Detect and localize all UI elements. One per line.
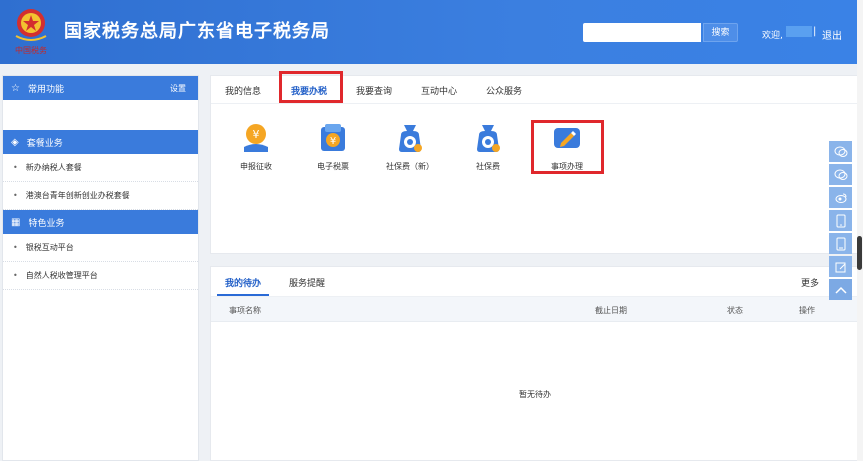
logout-link[interactable]: 退出	[822, 27, 842, 42]
empty-state-text: 暂无待办	[519, 390, 551, 399]
more-link[interactable]: 更多	[801, 276, 819, 289]
bullet-icon: •	[13, 271, 18, 280]
svg-text:¥: ¥	[330, 136, 336, 147]
column-header-name: 事项名称	[229, 306, 261, 315]
weibo-icon[interactable]	[829, 187, 852, 208]
sidebar-special-business[interactable]: ▦ 特色业务	[3, 210, 198, 234]
top-header: 中国税务 国家税务总局广东省电子税务局 搜索 欢迎, | 退出	[0, 0, 863, 64]
social-security-new-icon	[393, 121, 427, 155]
bullet-icon: •	[13, 191, 18, 200]
search-input[interactable]	[583, 23, 701, 42]
tile-label: 电子税票	[317, 162, 349, 171]
sidebar-item-label: 自然人税收管理平台	[25, 271, 98, 280]
mobile-client-icon[interactable]	[829, 233, 852, 254]
chat-icon[interactable]	[829, 141, 852, 162]
tile-e-tax-ticket[interactable]: ¥ 电子税票	[298, 121, 368, 172]
tax-emblem-logo: 中国税务	[8, 6, 54, 56]
tile-label: 社保费	[476, 162, 500, 171]
social-security-icon	[471, 121, 505, 155]
tab-interaction[interactable]: 互动中心	[421, 84, 457, 97]
back-to-top-icon[interactable]	[829, 279, 852, 300]
sidebar-common-label: 常用功能	[27, 84, 64, 95]
tile-label: 社保费（新）	[386, 162, 434, 171]
sidebar-item-label: 新办纳税人套餐	[25, 163, 82, 172]
sidebar-settings-link[interactable]: 设置	[170, 83, 186, 94]
active-tab-indicator	[217, 294, 269, 296]
todo-tabs: 我的待办 服务提醒 更多	[211, 267, 859, 297]
sidebar-item-label: 港澳台青年创新创业办税套餐	[25, 191, 130, 200]
welcome-text: 欢迎,	[762, 31, 783, 41]
page-scrollbar[interactable]	[857, 0, 863, 461]
sidebar-package-label: 套餐业务	[26, 138, 63, 149]
sidebar-item-bank-tax[interactable]: • 银税互动平台	[3, 234, 198, 262]
header-separator: |	[813, 26, 817, 37]
sidebar-item-new-taxpayer[interactable]: • 新办纳税人套餐	[3, 154, 198, 182]
sidebar-item-hk-macau-taiwan[interactable]: • 港澳台青年创新创业办税套餐	[3, 182, 198, 210]
svg-text:¥: ¥	[253, 128, 260, 141]
search-button[interactable]: 搜索	[703, 23, 738, 42]
sidebar-item-label: 银税互动平台	[25, 243, 74, 252]
highlight-box-tile	[531, 120, 604, 174]
services-panel: 我的信息 我要办税 我要查询 互动中心 公众服务 ¥ 申报征收 ¥ 电子税票 社…	[210, 71, 860, 254]
column-header-action: 操作	[799, 306, 815, 315]
page-scrollbar-thumb[interactable]	[857, 236, 862, 270]
column-header-deadline: 截止日期	[595, 306, 627, 315]
sidebar-item-natural-person[interactable]: • 自然人税收管理平台	[3, 262, 198, 290]
star-icon: ☆	[11, 82, 20, 94]
layers-icon: ◈	[11, 136, 19, 148]
site-title: 国家税务总局广东省电子税务局	[64, 21, 330, 42]
column-header-status: 状态	[727, 306, 743, 315]
highlight-box-tab	[279, 71, 343, 103]
feedback-edit-icon[interactable]	[829, 256, 852, 277]
bullet-icon: •	[13, 243, 18, 252]
tile-tax-declare[interactable]: ¥ 申报征收	[221, 121, 291, 172]
tab-my-info[interactable]: 我的信息	[225, 84, 261, 97]
bullet-icon: •	[13, 163, 18, 172]
tile-social-security-new[interactable]: 社保费（新）	[375, 121, 445, 172]
todo-panel: 我的待办 服务提醒 更多 事项名称 截止日期 状态 操作 暂无待办	[210, 266, 860, 461]
tax-declare-icon: ¥	[239, 121, 273, 155]
sidebar-common-functions[interactable]: ☆ 常用功能 设置	[3, 76, 198, 100]
username-redacted	[786, 26, 812, 37]
tab-query[interactable]: 我要查询	[356, 84, 392, 97]
floating-toolbar	[829, 141, 852, 302]
online-consult-icon[interactable]	[829, 164, 852, 185]
tile-label: 申报征收	[240, 162, 272, 171]
sidebar-special-label: 特色业务	[28, 218, 65, 229]
tab-my-todo[interactable]: 我的待办	[225, 276, 261, 289]
tab-public-service[interactable]: 公众服务	[486, 84, 522, 97]
tile-social-security[interactable]: 社保费	[453, 121, 523, 172]
svg-text:中国税务: 中国税务	[15, 45, 47, 55]
e-tax-ticket-icon: ¥	[316, 121, 350, 155]
mobile-app-icon[interactable]	[829, 210, 852, 231]
sidebar: ☆ 常用功能 设置 ◈ 套餐业务 • 新办纳税人套餐 • 港澳台青年创新创业办税…	[2, 75, 199, 461]
tab-service-reminder[interactable]: 服务提醒	[289, 276, 325, 289]
todo-table-header: 事项名称 截止日期 状态 操作	[211, 297, 859, 322]
sidebar-package-business[interactable]: ◈ 套餐业务	[3, 130, 198, 154]
grid-icon: ▦	[11, 216, 21, 228]
